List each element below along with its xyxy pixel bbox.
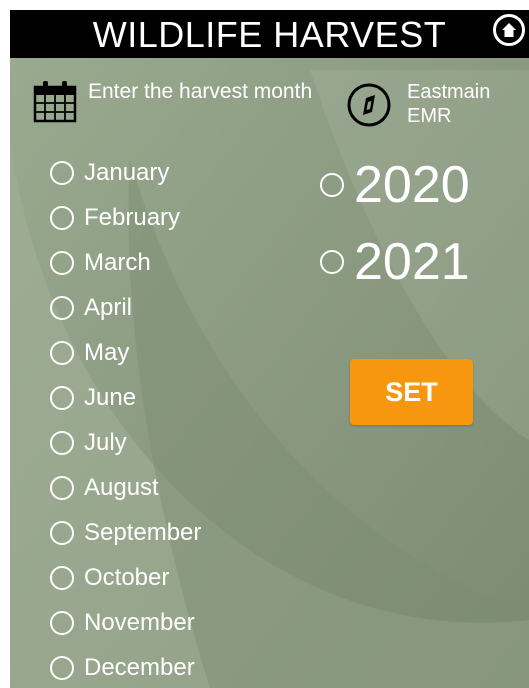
location-label: Eastmain EMR <box>407 80 490 128</box>
month-label: July <box>84 429 127 456</box>
compass-icon[interactable] <box>346 82 392 128</box>
month-label: May <box>84 339 130 366</box>
month-option-february[interactable]: February <box>50 198 180 238</box>
month-label: August <box>84 474 159 501</box>
month-label: March <box>84 249 151 276</box>
home-icon <box>502 23 516 37</box>
app-screen: WILDLIFE HARVEST Enter the harvest month… <box>10 10 529 688</box>
set-button[interactable]: SET <box>350 359 473 425</box>
month-option-june[interactable]: June <box>50 378 136 418</box>
radio-button[interactable] <box>50 341 74 365</box>
month-option-november[interactable]: November <box>50 603 195 643</box>
title-bar: WILDLIFE HARVEST <box>10 10 529 58</box>
radio-button[interactable] <box>50 656 74 680</box>
month-label: October <box>84 564 170 591</box>
location-code: EMR <box>407 105 452 127</box>
harvest-month-label: Enter the harvest month <box>88 80 313 103</box>
month-label: February <box>84 204 181 231</box>
month-option-october[interactable]: October <box>50 558 169 598</box>
radio-button[interactable] <box>50 386 74 410</box>
month-option-september[interactable]: September <box>50 513 201 553</box>
month-label: November <box>84 609 195 636</box>
month-option-july[interactable]: July <box>50 423 127 463</box>
month-label: January <box>84 159 170 186</box>
radio-button[interactable] <box>50 161 74 185</box>
radio-button[interactable] <box>320 250 344 274</box>
month-label: December <box>84 654 195 681</box>
month-option-january[interactable]: January <box>50 153 169 193</box>
month-option-august[interactable]: August <box>50 468 159 508</box>
year-option-2021[interactable]: 2021 <box>320 232 470 292</box>
radio-button[interactable] <box>50 611 74 635</box>
radio-button[interactable] <box>50 206 74 230</box>
year-label: 2020 <box>354 156 470 214</box>
month-label: June <box>84 384 137 411</box>
month-label: April <box>84 294 133 321</box>
page-title: WILDLIFE HARVEST <box>92 14 447 55</box>
year-label: 2021 <box>354 233 470 291</box>
year-option-2020[interactable]: 2020 <box>320 155 470 215</box>
location-name: Eastmain <box>407 81 491 103</box>
radio-button[interactable] <box>50 521 74 545</box>
radio-button[interactable] <box>320 173 344 197</box>
radio-button[interactable] <box>50 476 74 500</box>
month-option-april[interactable]: April <box>50 288 132 328</box>
radio-button[interactable] <box>50 431 74 455</box>
radio-button[interactable] <box>50 566 74 590</box>
month-option-march[interactable]: March <box>50 243 151 283</box>
radio-button[interactable] <box>50 251 74 275</box>
home-button[interactable] <box>493 14 525 46</box>
month-label: September <box>84 519 202 546</box>
month-option-may[interactable]: May <box>50 333 129 373</box>
radio-button[interactable] <box>50 296 74 320</box>
calendar-icon <box>33 81 77 123</box>
month-option-december[interactable]: December <box>50 648 195 688</box>
